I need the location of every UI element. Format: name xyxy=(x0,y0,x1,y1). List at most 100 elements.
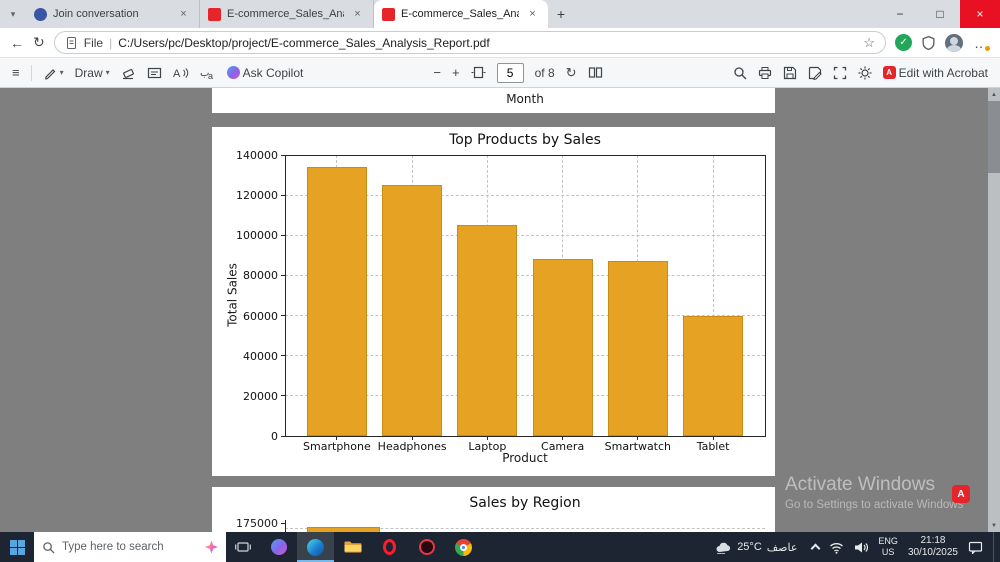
zoom-in-icon[interactable]: + xyxy=(452,65,460,80)
read-aloud-icon[interactable]: A xyxy=(173,66,189,80)
address-bar[interactable]: File | C:/Users/pc/Desktop/project/E-com… xyxy=(54,31,886,54)
eraser-icon[interactable] xyxy=(121,66,136,80)
browser-window: ▾ Join conversation × E-commerce_Sales_A… xyxy=(0,0,1000,562)
page-number-input[interactable] xyxy=(497,63,524,83)
y-tick-label: 20000 xyxy=(212,390,278,403)
y-tick-mark xyxy=(281,315,285,316)
y-tick-label: 80000 xyxy=(212,269,278,282)
refresh-icon[interactable]: ↻ xyxy=(33,34,45,51)
tab-close-icon[interactable]: × xyxy=(350,7,365,22)
browser-menu-button[interactable]: … xyxy=(972,35,990,51)
taskbar-app-file-explorer[interactable] xyxy=(334,532,371,562)
url-scheme-label: File xyxy=(84,36,103,50)
tab-join-conversation[interactable]: Join conversation × xyxy=(26,0,200,28)
chrome-icon xyxy=(455,539,472,556)
tab-pdf-report-1[interactable]: E-commerce_Sales_Analysis_Repor × xyxy=(200,0,374,28)
tab-pdf-report-2-active[interactable]: E-commerce_Sales_Analysis_Repor × xyxy=(374,0,548,28)
taskbar-app-chrome[interactable] xyxy=(445,532,482,562)
ask-copilot-button[interactable]: Ask Copilot xyxy=(227,66,304,80)
settings-gear-icon[interactable] xyxy=(858,66,872,80)
acrobat-assistant-icon[interactable]: A xyxy=(952,485,970,503)
task-view-icon xyxy=(235,540,251,554)
scroll-down-icon[interactable]: ▼ xyxy=(988,519,1000,532)
chevron-down-icon: ▾ xyxy=(106,68,110,77)
taskbar-app-edge[interactable] xyxy=(297,532,334,562)
taskbar-app-opera-gx[interactable] xyxy=(408,532,445,562)
pdf-viewer: Month Top Products by Sales Total Sales … xyxy=(0,88,1000,532)
search-highlights-icon xyxy=(205,541,218,554)
search-icon xyxy=(42,541,55,554)
scroll-up-icon[interactable]: ▲ xyxy=(988,88,1000,101)
url-text: C:/Users/pc/Desktop/project/E-commerce_S… xyxy=(118,36,857,50)
back-icon[interactable]: ← xyxy=(10,35,24,51)
tab-title: E-commerce_Sales_Analysis_Repor xyxy=(227,8,344,20)
rotate-icon[interactable]: ↻ xyxy=(566,65,577,81)
language-line1: ENG xyxy=(878,536,898,547)
minimize-button[interactable]: − xyxy=(880,0,920,28)
start-button[interactable] xyxy=(0,532,34,562)
close-button[interactable]: × xyxy=(960,0,1000,28)
taskbar-app-copilot[interactable] xyxy=(260,532,297,562)
bar-smartphone xyxy=(307,167,367,436)
tab-close-icon[interactable]: × xyxy=(176,7,191,22)
copilot-icon xyxy=(227,66,240,79)
tab-close-icon[interactable]: × xyxy=(525,7,540,22)
chart-xlabel: Product xyxy=(285,451,765,465)
taskbar-search-box[interactable]: Type here to search xyxy=(34,532,226,562)
new-tab-button[interactable]: + xyxy=(548,0,574,28)
maximize-button[interactable]: □ xyxy=(920,0,960,28)
y-tick-label: 60000 xyxy=(212,310,278,323)
toolbar-divider xyxy=(31,65,32,81)
chevron-down-icon: ▾ xyxy=(60,68,64,77)
watermark-subtitle: Go to Settings to activate Windows xyxy=(785,499,963,511)
taskbar-weather[interactable]: 25°C عاصف xyxy=(710,532,802,562)
fullscreen-icon[interactable] xyxy=(833,66,847,80)
taskbar-app-opera[interactable] xyxy=(371,532,408,562)
chevron-down-icon: ▾ xyxy=(11,9,16,20)
search-icon[interactable] xyxy=(733,66,747,80)
y-tick-mark xyxy=(281,155,285,156)
taskbar-clock[interactable]: 21:18 30/10/2025 xyxy=(908,535,958,560)
y-tick-mark xyxy=(281,235,285,236)
scrollbar-thumb[interactable] xyxy=(988,101,1000,173)
print-icon[interactable] xyxy=(758,66,772,80)
tab-search-button[interactable]: ▾ xyxy=(0,0,26,28)
favorite-star-icon[interactable]: ☆ xyxy=(863,35,875,51)
svg-text:a: a xyxy=(208,71,213,80)
page-view-icon[interactable] xyxy=(588,66,603,79)
weather-temp: 25°C xyxy=(737,541,762,553)
region-y-tick-label: 175000 xyxy=(212,517,278,530)
extension-check-icon[interactable]: ✓ xyxy=(895,34,912,51)
save-as-icon[interactable] xyxy=(808,66,822,80)
draw-button[interactable]: Draw ▾ xyxy=(75,66,110,80)
tab-title: Join conversation xyxy=(53,8,170,20)
window-controls: − □ × xyxy=(880,0,1000,28)
pen-tool-button[interactable]: ▾ xyxy=(43,66,64,80)
fit-to-page-icon[interactable] xyxy=(471,66,486,79)
show-desktop-button[interactable] xyxy=(993,532,998,562)
profile-avatar[interactable] xyxy=(945,34,963,52)
search-placeholder: Type here to search xyxy=(62,541,164,553)
language-indicator[interactable]: ENG US xyxy=(878,536,898,558)
edit-with-acrobat-button[interactable]: A Edit with Acrobat xyxy=(883,66,988,80)
vertical-scrollbar[interactable]: ▲ ▼ xyxy=(988,88,1000,532)
pen-icon xyxy=(43,66,57,80)
network-icon[interactable] xyxy=(829,541,844,554)
bar-smartwatch xyxy=(608,261,668,436)
tab-strip: ▾ Join conversation × E-commerce_Sales_A… xyxy=(0,0,1000,28)
y-tick-label: 40000 xyxy=(212,350,278,363)
task-view-button[interactable] xyxy=(226,532,260,562)
file-explorer-icon xyxy=(344,540,362,554)
tray-expand-icon[interactable] xyxy=(811,544,821,554)
right-spine xyxy=(765,155,766,437)
tab-title: E-commerce_Sales_Analysis_Repor xyxy=(401,8,519,20)
volume-icon[interactable] xyxy=(854,541,868,554)
sales-by-region-chart: Sales by Region 175000 xyxy=(212,487,775,532)
zoom-out-icon[interactable]: − xyxy=(433,65,441,80)
table-of-contents-icon[interactable]: ≡ xyxy=(12,65,20,80)
translate-icon[interactable]: بa xyxy=(200,66,216,80)
extension-shield-icon[interactable] xyxy=(921,35,936,51)
text-box-icon[interactable] xyxy=(147,66,162,80)
action-center-icon[interactable] xyxy=(968,540,983,554)
save-icon[interactable] xyxy=(783,66,797,80)
